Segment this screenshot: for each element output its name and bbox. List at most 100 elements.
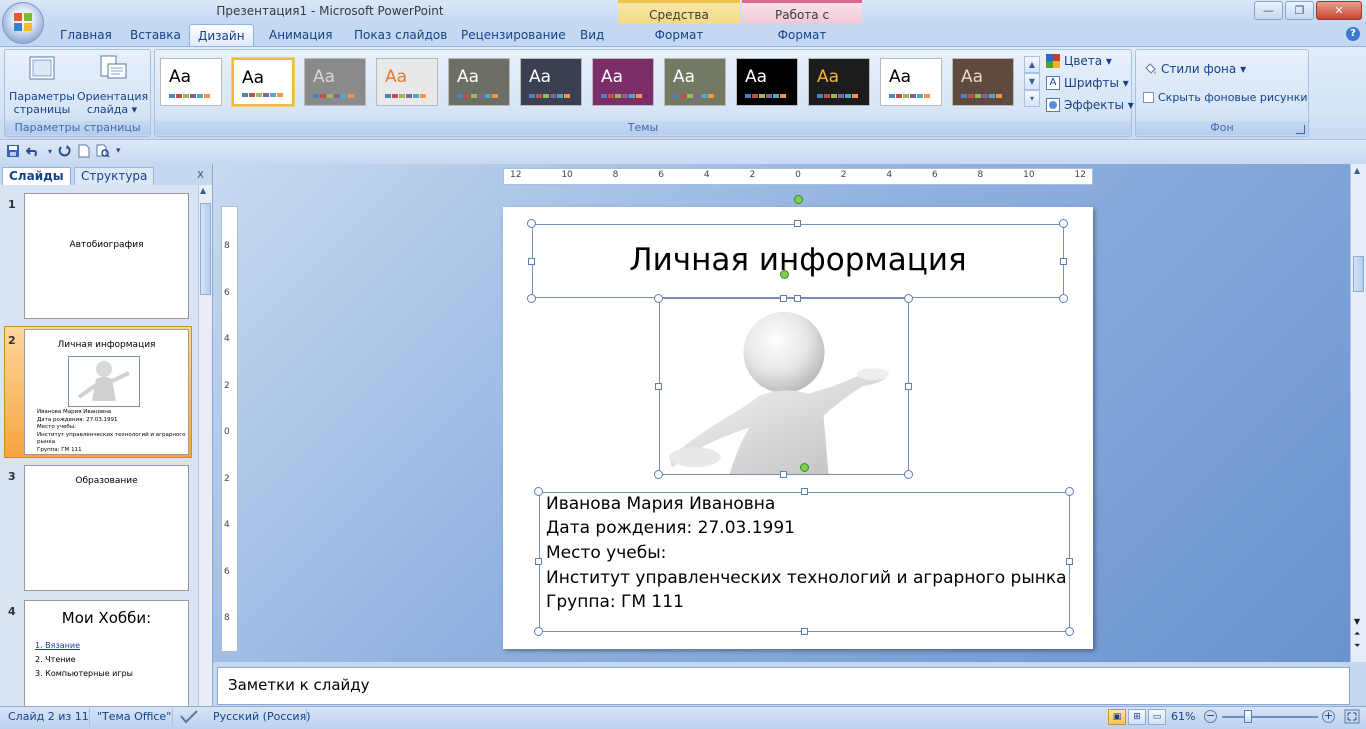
- rotate-handle[interactable]: [800, 463, 809, 472]
- language-indicator[interactable]: Русский (Россия): [213, 710, 311, 723]
- notes-placeholder[interactable]: Заметки к слайду: [228, 676, 370, 694]
- tab-review[interactable]: Рецензирование: [453, 24, 574, 46]
- resize-handle[interactable]: [654, 470, 663, 479]
- slide-title[interactable]: Личная информация: [532, 242, 1064, 278]
- resize-handle[interactable]: [1065, 487, 1074, 496]
- resize-handle[interactable]: [1059, 219, 1068, 228]
- tab-slideshow[interactable]: Показ слайдов: [346, 24, 455, 46]
- theme-item[interactable]: Aa: [304, 58, 366, 106]
- resize-handle[interactable]: [905, 383, 912, 390]
- body-line[interactable]: Институт управленческих технологий и агр…: [546, 568, 1067, 588]
- dialog-launcher-icon[interactable]: [1296, 125, 1305, 134]
- resize-handle[interactable]: [654, 294, 663, 303]
- thumbnail-scrollbar[interactable]: ▲: [198, 185, 212, 706]
- tab-view[interactable]: Вид: [572, 24, 612, 46]
- slide-thumbnail-2[interactable]: Личная информация Иванова Мария Ивановна…: [24, 329, 189, 455]
- slide-sorter-button[interactable]: ⊞: [1128, 709, 1146, 725]
- zoom-in-icon[interactable]: +: [1322, 710, 1335, 723]
- theme-item[interactable]: Aa: [160, 58, 222, 106]
- resize-handle[interactable]: [535, 558, 542, 565]
- undo-icon[interactable]: [26, 144, 42, 158]
- colors-button[interactable]: Цвета ▾: [1046, 54, 1112, 68]
- slide-thumbnail-1[interactable]: Автобиография: [24, 193, 189, 319]
- resize-handle[interactable]: [794, 220, 801, 227]
- rotate-handle[interactable]: [780, 270, 789, 279]
- resize-handle[interactable]: [904, 294, 913, 303]
- fit-to-window-icon[interactable]: [1344, 709, 1360, 724]
- close-pane-icon[interactable]: x: [197, 167, 204, 181]
- scroll-thumb[interactable]: [200, 203, 211, 295]
- resize-handle[interactable]: [1066, 558, 1073, 565]
- tab-outline[interactable]: Структура: [74, 167, 155, 185]
- zoom-level[interactable]: 61%: [1171, 710, 1195, 723]
- customize-qat-icon[interactable]: ▾: [116, 146, 121, 156]
- redo-icon[interactable]: [58, 144, 72, 158]
- theme-item[interactable]: Aa: [448, 58, 510, 106]
- resize-handle[interactable]: [527, 294, 536, 303]
- hide-background-graphics[interactable]: Скрыть фоновые рисунки: [1143, 91, 1308, 104]
- theme-item[interactable]: Aa: [880, 58, 942, 106]
- rotate-handle[interactable]: [794, 195, 803, 204]
- close-button[interactable]: ✕: [1316, 1, 1362, 20]
- tab-format-picture[interactable]: Формат: [742, 24, 862, 46]
- resize-handle[interactable]: [655, 383, 662, 390]
- resize-handle[interactable]: [534, 627, 543, 636]
- print-preview-icon[interactable]: [96, 144, 110, 158]
- picture-frame[interactable]: [659, 298, 909, 475]
- tab-home[interactable]: Главная: [52, 24, 120, 46]
- slide-thumbnail-3[interactable]: Образование: [24, 465, 189, 591]
- save-icon[interactable]: [6, 144, 20, 158]
- slide-thumbnail-4[interactable]: Мои Хобби: 1. Вязание 2. Чтение 3. Компь…: [24, 600, 189, 707]
- gallery-scroll-down[interactable]: ▼: [1024, 73, 1040, 90]
- zoom-out-icon[interactable]: −: [1204, 710, 1217, 723]
- notes-pane[interactable]: [217, 667, 1350, 705]
- scroll-thumb[interactable]: [1353, 256, 1364, 292]
- resize-handle[interactable]: [527, 219, 536, 228]
- tab-insert[interactable]: Вставка: [122, 24, 189, 46]
- previous-slide-icon[interactable]: ⏶: [1354, 628, 1360, 640]
- resize-handle[interactable]: [780, 471, 787, 478]
- theme-item[interactable]: Aa: [952, 58, 1014, 106]
- gallery-scroll-up[interactable]: ▲: [1024, 56, 1040, 73]
- office-button[interactable]: [2, 2, 44, 44]
- background-styles-button[interactable]: Стили фона ▾: [1143, 62, 1246, 76]
- resize-handle[interactable]: [801, 488, 808, 495]
- theme-item[interactable]: Aa: [808, 58, 870, 106]
- checkbox-icon[interactable]: [1143, 92, 1154, 103]
- resize-handle[interactable]: [904, 470, 913, 479]
- scroll-down-icon[interactable]: ▼: [1354, 616, 1360, 628]
- zoom-slider-thumb[interactable]: [1244, 710, 1252, 723]
- resize-handle[interactable]: [794, 295, 801, 302]
- spellcheck-icon[interactable]: [180, 710, 198, 724]
- resize-handle[interactable]: [534, 487, 543, 496]
- slideshow-button[interactable]: ▭: [1148, 709, 1166, 725]
- theme-item[interactable]: Aa: [664, 58, 726, 106]
- theme-item[interactable]: Aa: [376, 58, 438, 106]
- fonts-button[interactable]: A Шрифты ▾: [1046, 76, 1129, 90]
- resize-handle[interactable]: [801, 628, 808, 635]
- body-line[interactable]: Место учебы:: [546, 543, 666, 563]
- tab-format-drawing[interactable]: Формат: [618, 24, 740, 46]
- theme-item[interactable]: Aa: [520, 58, 582, 106]
- next-slide-icon[interactable]: ⏷: [1354, 640, 1360, 652]
- theme-item[interactable]: Aa: [232, 58, 294, 106]
- help-icon[interactable]: ?: [1346, 27, 1360, 41]
- new-document-icon[interactable]: [78, 144, 90, 158]
- resize-handle[interactable]: [1060, 258, 1067, 265]
- tab-slides[interactable]: Слайды: [2, 167, 71, 185]
- undo-dropdown-icon[interactable]: ▾: [48, 147, 52, 156]
- body-line[interactable]: Группа: ГМ 111: [546, 592, 684, 612]
- theme-item[interactable]: Aa: [736, 58, 798, 106]
- effects-button[interactable]: Эффекты ▾: [1046, 98, 1134, 112]
- tab-design[interactable]: Дизайн: [189, 24, 254, 47]
- minimize-button[interactable]: —: [1254, 1, 1283, 20]
- resize-handle[interactable]: [528, 258, 535, 265]
- body-line[interactable]: Дата рождения: 27.03.1991: [546, 518, 795, 538]
- body-line[interactable]: Иванова Мария Ивановна: [546, 494, 775, 514]
- restore-button[interactable]: ❐: [1285, 1, 1314, 20]
- page-setup-button[interactable]: Параметры страницы: [9, 54, 75, 116]
- resize-handle[interactable]: [1059, 294, 1068, 303]
- zoom-slider[interactable]: [1222, 716, 1318, 718]
- theme-item[interactable]: Aa: [592, 58, 654, 106]
- resize-handle[interactable]: [780, 295, 787, 302]
